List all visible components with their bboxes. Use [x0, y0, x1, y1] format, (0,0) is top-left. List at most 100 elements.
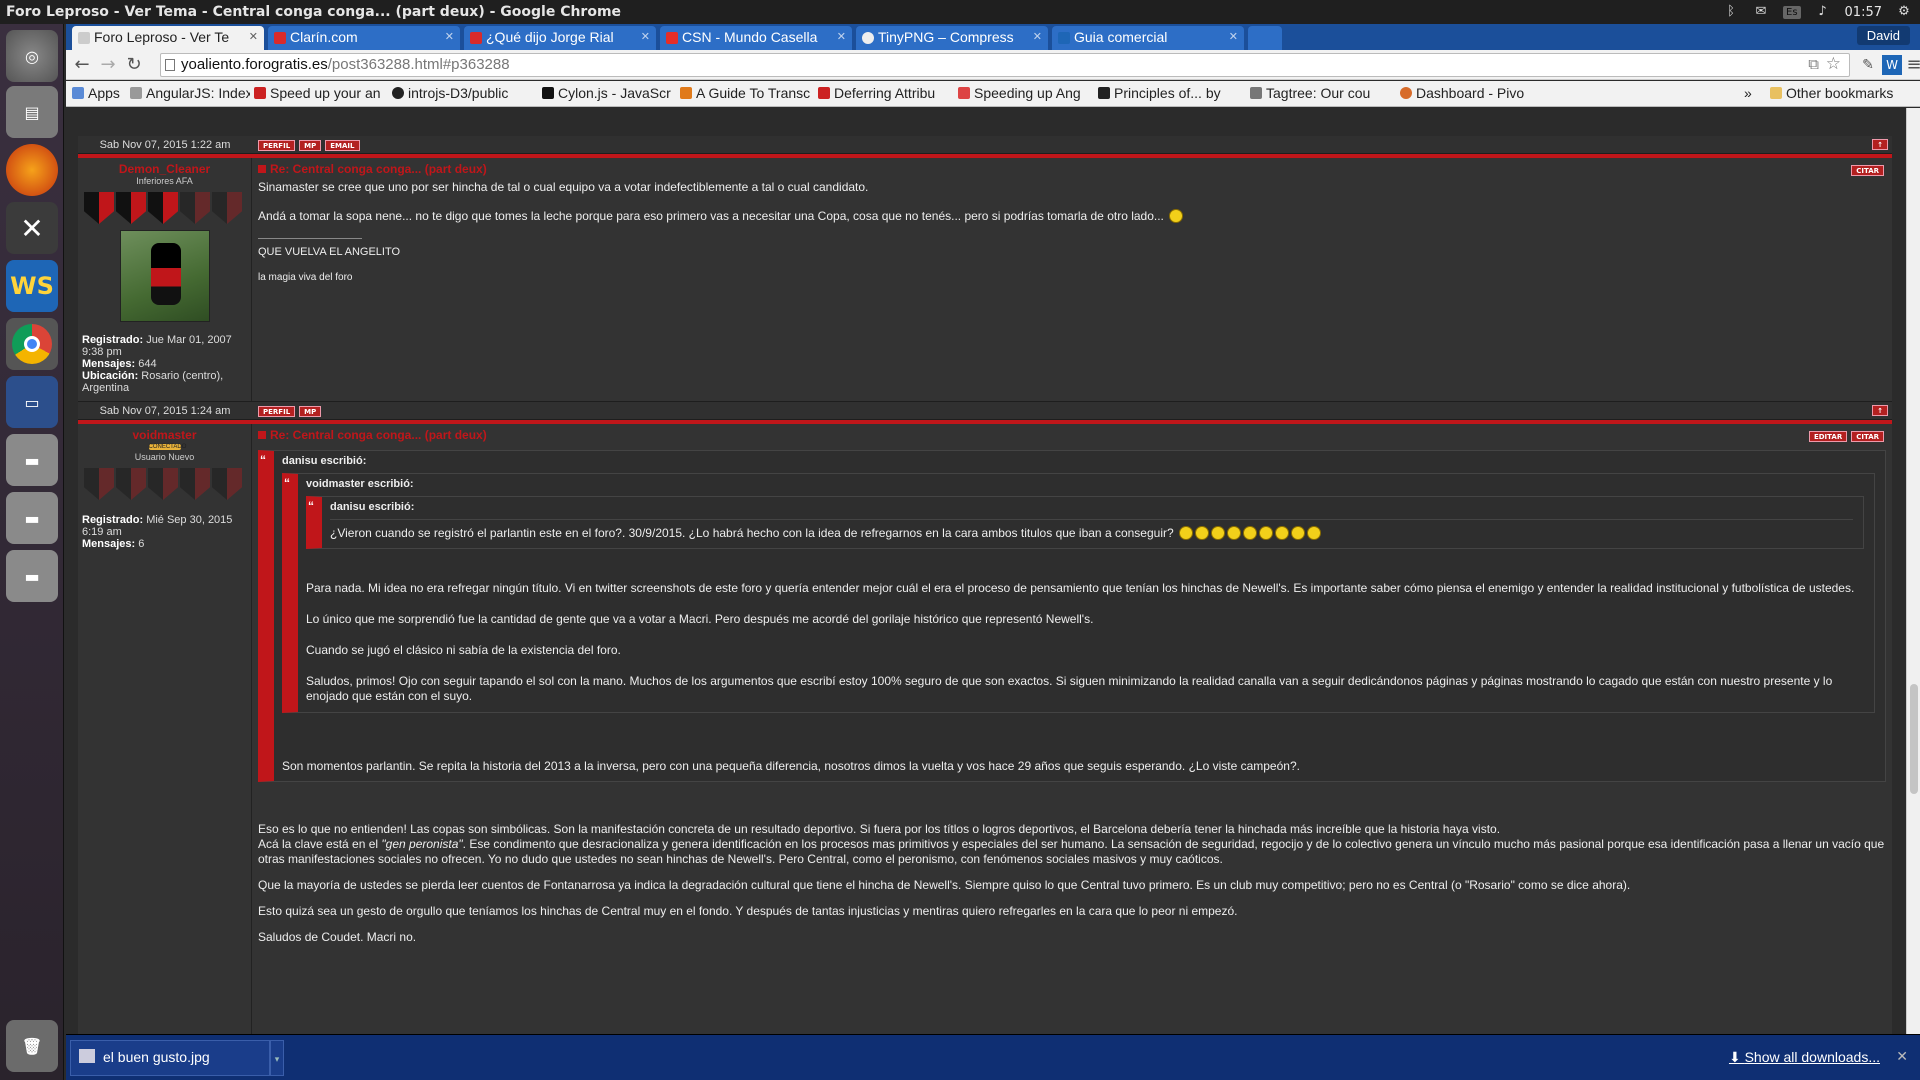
tab-foro-leproso[interactable]: Foro Leproso - Ver Te ✕ [72, 26, 264, 50]
quote-icon: “ [284, 476, 290, 490]
tab-jorge-rial[interactable]: ¿Qué dijo Jorge Rial ✕ [464, 26, 656, 50]
bookmark-item[interactable]: introjs-D3/public [392, 85, 536, 101]
post-author-name[interactable]: Demon_Cleaner [82, 162, 247, 176]
webstorm-icon[interactable]: WS [6, 260, 58, 312]
drive-icon[interactable]: ▬ [6, 434, 58, 486]
system-tray: ᛒ ✉ Es ♪ 01:57 ⚙ [1723, 4, 1920, 20]
go-top-icon[interactable]: ↑ [1872, 139, 1888, 150]
close-icon[interactable]: ✕ [1896, 1048, 1908, 1065]
bookmark-item[interactable]: Speed up your an [254, 85, 388, 101]
profile-button[interactable]: PERFIL [258, 405, 296, 417]
download-item[interactable]: el buen gusto.jpg [70, 1040, 270, 1076]
bookmarks-bar: Apps AngularJS: Index Speed up your an i… [66, 81, 1920, 107]
settings-icon[interactable]: ⚙ [1896, 4, 1912, 20]
translate-icon[interactable]: ⧉ [1808, 56, 1819, 73]
post-subject[interactable]: Re: Central conga conga... (part deux) [258, 162, 1886, 176]
close-tab-icon[interactable]: ✕ [445, 30, 454, 43]
quote-text: ¿Vieron cuando se registró el parlantin … [330, 526, 1174, 540]
new-tab-button[interactable] [1248, 26, 1282, 50]
bookmark-item[interactable]: Deferring Attribu [818, 85, 954, 101]
bookmark-apps[interactable]: Apps [72, 85, 120, 101]
bookmark-favicon-icon [1400, 87, 1412, 99]
drive-icon[interactable]: ▬ [6, 492, 58, 544]
menu-icon[interactable]: ≡ [1904, 55, 1920, 75]
bookmark-item[interactable]: AngularJS: Index [130, 85, 250, 101]
bookmark-item[interactable]: Principles of... by [1098, 85, 1246, 101]
extension-icon[interactable]: ✎ [1858, 55, 1878, 75]
tinypng-favicon-icon [862, 32, 874, 44]
bookmark-item[interactable]: Tagtree: Our cou [1250, 85, 1394, 101]
bluetooth-icon[interactable]: ᛒ [1723, 4, 1739, 20]
post-subject[interactable]: Re: Central conga conga... (part deux) [258, 428, 1886, 442]
youtube-favicon-icon [666, 32, 678, 44]
quote-paragraph: Saludos, primos! Ojo con seguir tapando … [306, 674, 1833, 703]
scrollbar-thumb[interactable] [1910, 684, 1918, 794]
tab-strip: Foro Leproso - Ver Te ✕ Clarín.com ✕ ¿Qué … [66, 24, 1920, 50]
post-text: Acá la clave está en el [258, 837, 382, 851]
close-tab-icon[interactable]: ✕ [1229, 30, 1238, 43]
clock[interactable]: 01:57 [1845, 5, 1882, 20]
keyboard-layout-indicator[interactable]: Es [1783, 5, 1801, 19]
dash-home-icon[interactable]: ◎ [6, 30, 58, 82]
files-icon[interactable]: ▤ [6, 86, 58, 138]
post-author-name[interactable]: voidmaster [82, 428, 247, 442]
volume-icon[interactable]: ♪ [1815, 4, 1831, 20]
apps-grid-icon [72, 87, 84, 99]
close-tab-icon[interactable]: ✕ [641, 30, 650, 43]
show-all-downloads-link[interactable]: ⬇ Show all downloads... [1729, 1049, 1880, 1066]
player-figure [150, 243, 181, 305]
page-icon [130, 87, 142, 99]
drive-icon[interactable]: ▬ [6, 550, 58, 602]
post-paragraph: Andá a tomar la sopa nene... no te digo … [258, 209, 1164, 223]
tab-tinypng[interactable]: TinyPNG – Compress ✕ [856, 26, 1048, 50]
quote-button[interactable]: CITAR [1851, 165, 1884, 176]
nob-shield-icon [180, 192, 210, 224]
bookmark-item[interactable]: Dashboard - Pivo [1400, 85, 1550, 101]
trash-icon[interactable]: 🗑 [6, 1020, 58, 1072]
bookmark-item[interactable]: Speeding up Ang [958, 85, 1094, 101]
email-button[interactable]: EMAIL [325, 139, 360, 151]
bookmark-star-icon[interactable]: ☆ [1826, 54, 1841, 74]
post-date: Sab Nov 07, 2015 1:24 am [99, 404, 231, 417]
bookmark-item[interactable]: Cylon.js - JavaScr [542, 85, 676, 101]
quote-author: danisu escribió: [330, 501, 415, 513]
firefox-icon[interactable] [6, 144, 58, 196]
other-bookmarks-folder[interactable]: Other bookmarks [1770, 85, 1893, 101]
forward-arrow-icon[interactable]: → [98, 55, 118, 75]
address-bar[interactable]: yoaliento.forogratis.es/post363288.html#… [160, 53, 1850, 77]
messaging-icon[interactable]: ✉ [1753, 4, 1769, 20]
close-tab-icon[interactable]: ✕ [249, 30, 258, 43]
w-extension-icon[interactable]: W [1882, 55, 1902, 75]
profile-button[interactable]: David [1856, 26, 1910, 45]
rank-shields [84, 468, 247, 500]
remote-desktop-icon[interactable]: ▭ [6, 376, 58, 428]
pm-button[interactable]: MP [299, 405, 322, 417]
close-tab-icon[interactable]: ✕ [1033, 30, 1042, 43]
page-icon [165, 59, 175, 71]
chrome-window: Foro Leproso - Ver Te ✕ Clarín.com ✕ ¿Qué … [66, 24, 1920, 1080]
registered-label: Registrado: [82, 514, 144, 526]
download-filename: el buen gusto.jpg [103, 1049, 210, 1065]
chrome-icon[interactable] [6, 318, 58, 370]
tab-csn[interactable]: CSN - Mundo Casella ✕ [660, 26, 852, 50]
go-top-icon[interactable]: ↑ [1872, 405, 1888, 416]
download-menu-chevron-icon[interactable]: ▾ [270, 1040, 284, 1076]
folder-icon [1770, 87, 1782, 99]
post-content: Re: Central conga conga... (part deux) C… [252, 158, 1892, 401]
reload-icon[interactable]: ↻ [124, 55, 144, 75]
close-tab-icon[interactable]: ✕ [837, 30, 846, 43]
pm-button[interactable]: MP [299, 139, 322, 151]
post-paragraph: Acá la clave está en el "gen peronista".… [258, 837, 1886, 867]
profile-button[interactable]: PERFIL [258, 139, 296, 151]
tools-icon[interactable]: ✕ [6, 202, 58, 254]
bookmark-item[interactable]: A Guide To Transc [680, 85, 814, 101]
page-scrollbar[interactable] [1906, 108, 1920, 1058]
bookmarks-overflow-button[interactable]: » [1744, 85, 1752, 101]
tab-clarin[interactable]: Clarín.com ✕ [268, 26, 460, 50]
back-arrow-icon[interactable]: ← [72, 55, 92, 75]
tab-guia-comercial[interactable]: Guia comercial ✕ [1052, 26, 1244, 50]
edit-button[interactable]: EDITAR [1808, 431, 1848, 442]
quote-button[interactable]: CITAR [1851, 431, 1884, 442]
post-subject-text: Re: Central conga conga... (part deux) [270, 428, 487, 442]
bookmark-label: Tagtree: Our cou [1266, 85, 1371, 101]
